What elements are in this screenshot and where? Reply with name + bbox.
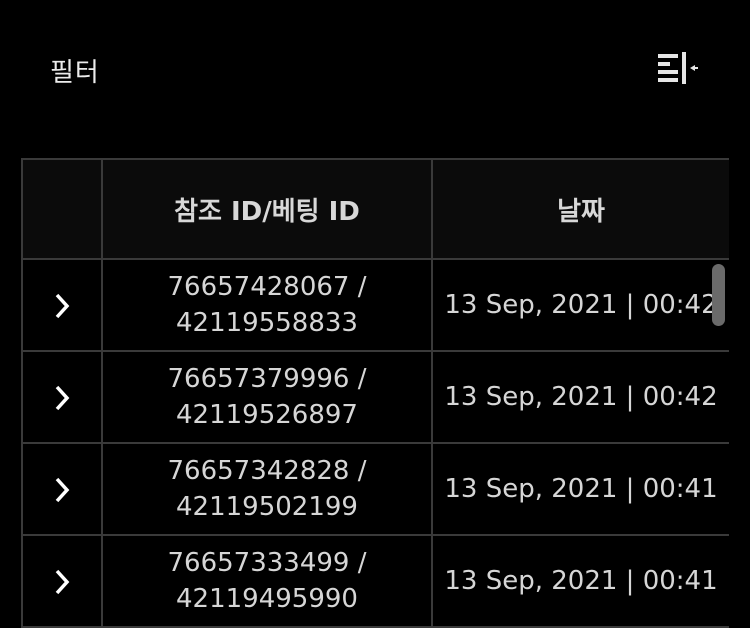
bet-id: 42119502199 [176,492,358,522]
chevron-right-icon [55,385,70,410]
table-row: 76657333499 / 42119495990 13 Sep, 2021 |… [21,534,729,628]
reference-id: 76657428067 / [167,272,367,302]
bet-id: 42119495990 [176,584,358,614]
date-cell: 13 Sep, 2021 | 00:42 [431,350,729,444]
ref-bet-id-cell: 76657333499 / 42119495990 [101,534,433,628]
date-cell: 13 Sep, 2021 | 00:41 [431,534,729,628]
reference-id: 76657333499 / [167,548,367,578]
bet-history-table: 참조 ID/베팅 ID 날짜 76657428067 / 42119558833… [21,158,729,628]
ref-bet-id-cell: 76657342828 / 42119502199 [101,442,433,536]
table-row: 76657342828 / 42119502199 13 Sep, 2021 |… [21,442,729,536]
expand-row-button[interactable] [21,534,103,628]
collapse-filter-button[interactable] [655,50,701,86]
column-header-ref-bet-id: 참조 ID/베팅 ID [101,158,433,260]
expand-row-button[interactable] [21,350,103,444]
column-header-date: 날짜 [431,158,729,260]
table-scrollbar[interactable] [712,264,725,326]
date-cell: 13 Sep, 2021 | 00:42 [431,258,729,352]
ref-bet-id-cell: 76657379996 / 42119526897 [101,350,433,444]
filter-title: 필터 [50,58,100,88]
date-cell: 13 Sep, 2021 | 00:41 [431,442,729,536]
column-header-expand [21,158,103,260]
bet-id: 42119558833 [176,308,358,338]
expand-row-button[interactable] [21,442,103,536]
filter-header: 필터 [0,0,750,140]
reference-id: 76657342828 / [167,456,367,486]
table-header-row: 참조 ID/베팅 ID 날짜 [21,158,729,260]
table-row: 76657428067 / 42119558833 13 Sep, 2021 |… [21,258,729,352]
collapse-panel-icon [658,52,698,84]
chevron-right-icon [55,569,70,594]
expand-row-button[interactable] [21,258,103,352]
reference-id: 76657379996 / [167,364,367,394]
bet-id: 42119526897 [176,400,358,430]
table-row: 76657379996 / 42119526897 13 Sep, 2021 |… [21,350,729,444]
chevron-right-icon [55,293,70,318]
ref-bet-id-cell: 76657428067 / 42119558833 [101,258,433,352]
chevron-right-icon [55,477,70,502]
